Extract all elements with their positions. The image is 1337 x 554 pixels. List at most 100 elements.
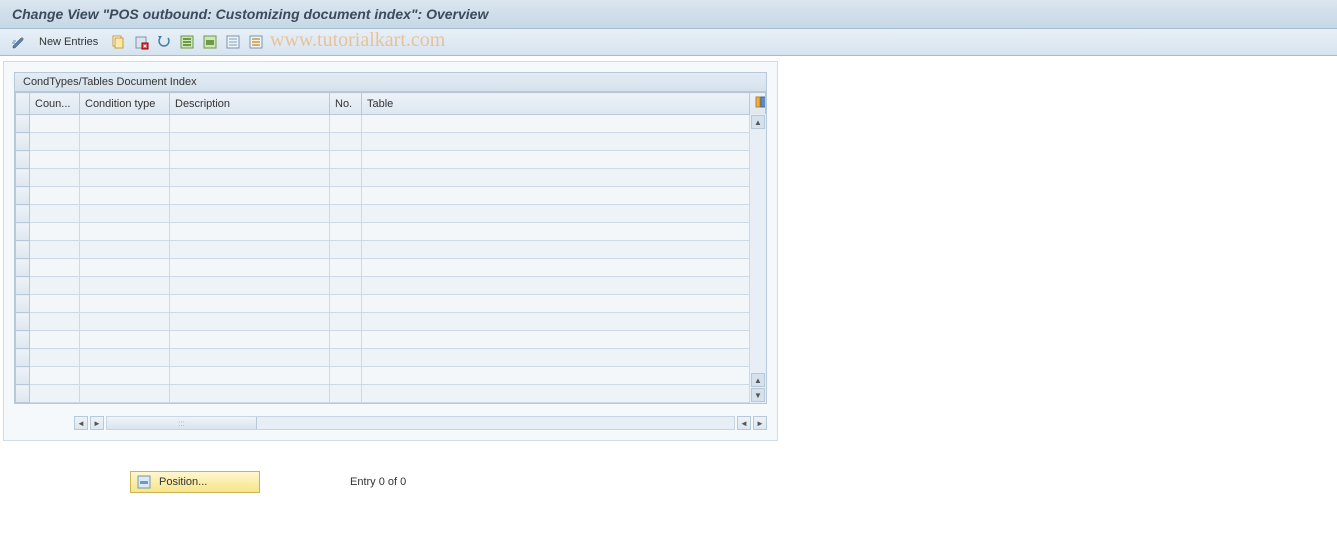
cell[interactable] — [330, 169, 362, 187]
cell[interactable] — [330, 385, 362, 403]
row-selector[interactable] — [16, 205, 30, 223]
cell[interactable] — [362, 115, 750, 133]
cell[interactable] — [80, 367, 170, 385]
row-selector[interactable] — [16, 331, 30, 349]
cell[interactable] — [362, 223, 750, 241]
row-selector[interactable] — [16, 295, 30, 313]
cell[interactable] — [30, 349, 80, 367]
table-row[interactable] — [16, 331, 766, 349]
cell[interactable] — [30, 295, 80, 313]
cell[interactable] — [330, 367, 362, 385]
cell[interactable] — [362, 259, 750, 277]
row-selector[interactable] — [16, 133, 30, 151]
scroll-right-step-icon[interactable]: ► — [90, 416, 104, 430]
row-selector[interactable] — [16, 151, 30, 169]
cell[interactable] — [330, 277, 362, 295]
select-block-icon[interactable] — [201, 33, 219, 51]
table-row[interactable] — [16, 187, 766, 205]
table-row[interactable] — [16, 367, 766, 385]
cell[interactable] — [170, 205, 330, 223]
row-selector[interactable] — [16, 349, 30, 367]
row-selector[interactable] — [16, 277, 30, 295]
cell[interactable] — [330, 295, 362, 313]
row-selector[interactable] — [16, 367, 30, 385]
cell[interactable] — [330, 115, 362, 133]
cell[interactable] — [170, 241, 330, 259]
row-selector[interactable] — [16, 187, 30, 205]
copy-as-icon[interactable] — [109, 33, 127, 51]
scroll-left-end-icon[interactable]: ◄ — [737, 416, 751, 430]
table-row[interactable] — [16, 151, 766, 169]
hscroll-thumb[interactable]: ::: — [107, 417, 257, 429]
col-no[interactable]: No. — [330, 93, 362, 115]
cell[interactable] — [362, 241, 750, 259]
cell[interactable] — [362, 295, 750, 313]
cell[interactable] — [80, 259, 170, 277]
cell[interactable] — [330, 133, 362, 151]
cell[interactable] — [30, 187, 80, 205]
row-selector[interactable] — [16, 313, 30, 331]
cell[interactable] — [170, 133, 330, 151]
col-country[interactable]: Coun... — [30, 93, 80, 115]
cell[interactable] — [30, 115, 80, 133]
cell[interactable] — [30, 313, 80, 331]
cell[interactable] — [170, 385, 330, 403]
cell[interactable] — [30, 367, 80, 385]
new-entries-button[interactable]: New Entries — [33, 34, 104, 50]
cell[interactable] — [30, 241, 80, 259]
cell[interactable] — [30, 277, 80, 295]
cell[interactable] — [362, 331, 750, 349]
cell[interactable] — [80, 241, 170, 259]
cell[interactable] — [330, 349, 362, 367]
table-row[interactable] — [16, 133, 766, 151]
cell[interactable] — [362, 187, 750, 205]
cell[interactable] — [80, 313, 170, 331]
cell[interactable] — [330, 241, 362, 259]
cell[interactable] — [80, 205, 170, 223]
cell[interactable] — [362, 385, 750, 403]
cell[interactable] — [30, 133, 80, 151]
undo-change-icon[interactable] — [155, 33, 173, 51]
cell[interactable] — [30, 151, 80, 169]
table-row[interactable] — [16, 241, 766, 259]
cell[interactable] — [30, 223, 80, 241]
cell[interactable] — [330, 205, 362, 223]
cell[interactable] — [80, 331, 170, 349]
cell[interactable] — [80, 223, 170, 241]
cell[interactable] — [80, 385, 170, 403]
position-button[interactable]: Position... — [130, 471, 260, 493]
delete-icon[interactable] — [132, 33, 150, 51]
table-row[interactable] — [16, 385, 766, 403]
cell[interactable] — [80, 349, 170, 367]
row-selector[interactable] — [16, 223, 30, 241]
cell[interactable] — [170, 151, 330, 169]
row-selector[interactable] — [16, 385, 30, 403]
row-selector-header[interactable] — [16, 93, 30, 115]
select-all-icon[interactable] — [178, 33, 196, 51]
cell[interactable] — [170, 223, 330, 241]
cell[interactable] — [30, 259, 80, 277]
cell[interactable] — [170, 277, 330, 295]
table-row[interactable] — [16, 205, 766, 223]
cell[interactable] — [80, 295, 170, 313]
hscroll-track[interactable]: ::: — [106, 416, 735, 430]
table-row[interactable] — [16, 115, 766, 133]
table-row[interactable] — [16, 223, 766, 241]
cell[interactable] — [80, 133, 170, 151]
cell[interactable] — [30, 205, 80, 223]
row-selector[interactable] — [16, 115, 30, 133]
scroll-left-icon[interactable]: ◄ — [74, 416, 88, 430]
cell[interactable] — [80, 151, 170, 169]
cell[interactable] — [170, 313, 330, 331]
row-selector[interactable] — [16, 169, 30, 187]
cell[interactable] — [170, 367, 330, 385]
cell[interactable] — [362, 277, 750, 295]
configure-icon[interactable] — [247, 33, 265, 51]
cell[interactable] — [362, 205, 750, 223]
cell[interactable] — [30, 331, 80, 349]
cell[interactable] — [362, 151, 750, 169]
cell[interactable] — [330, 187, 362, 205]
cell[interactable] — [330, 331, 362, 349]
cell[interactable] — [330, 151, 362, 169]
cell[interactable] — [362, 367, 750, 385]
